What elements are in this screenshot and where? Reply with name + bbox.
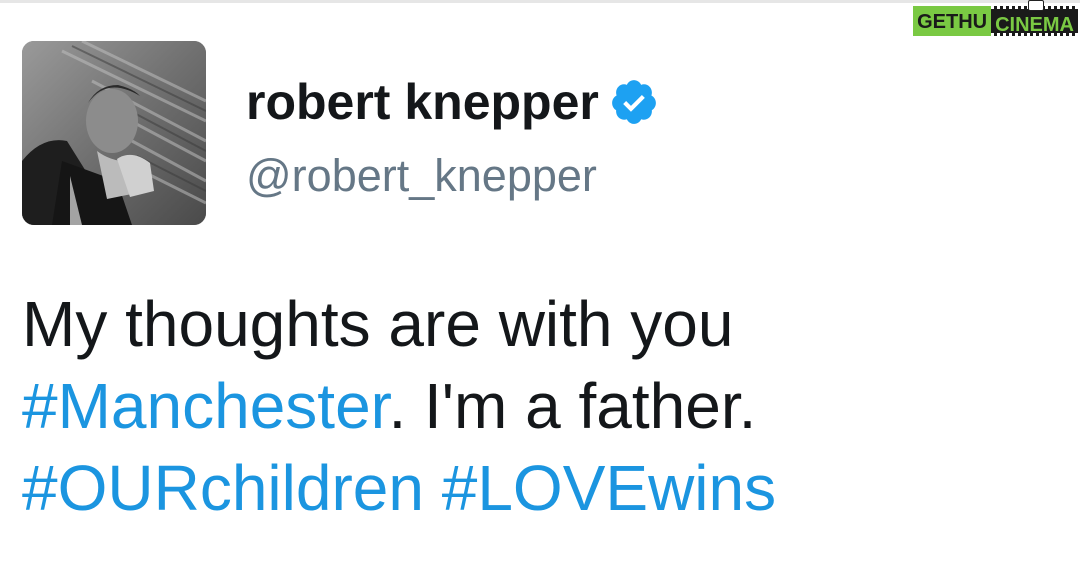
tweet-line-3: #OURchildren #LOVEwins [22,447,1062,529]
avatar[interactable] [22,41,206,225]
avatar-photo [22,41,206,225]
top-divider [0,0,1080,3]
tweet-screenshot: GETHU CINEMA robert knepper @robert_knep… [0,0,1080,566]
hashtag-separator [424,452,442,524]
tweet-text-segment: My thoughts are with you [22,288,734,360]
display-name[interactable]: robert knepper [246,72,599,132]
watermark-part1: GETHU [913,6,992,36]
watermark-part2-text: CINEMA [995,14,1074,36]
tweet-line-1: My thoughts are with you [22,283,1062,365]
hashtag-manchester[interactable]: #Manchester [22,370,388,442]
user-handle[interactable]: @robert_knepper [246,148,597,204]
hashtag-lovewins[interactable]: #LOVEwins [442,452,776,524]
watermark-part2: CINEMA [991,0,1078,36]
tweet-text: My thoughts are with you #Manchester. I'… [22,283,1062,529]
watermark-logo: GETHU CINEMA [913,0,1078,36]
name-row[interactable]: robert knepper [246,72,659,132]
tweet-line-2: #Manchester. I'm a father. [22,365,1062,447]
hashtag-ourchildren[interactable]: #OURchildren [22,452,424,524]
verified-badge-icon [609,77,659,127]
camera-icon [1028,0,1044,11]
tweet-text-segment: . I'm a father. [388,370,757,442]
